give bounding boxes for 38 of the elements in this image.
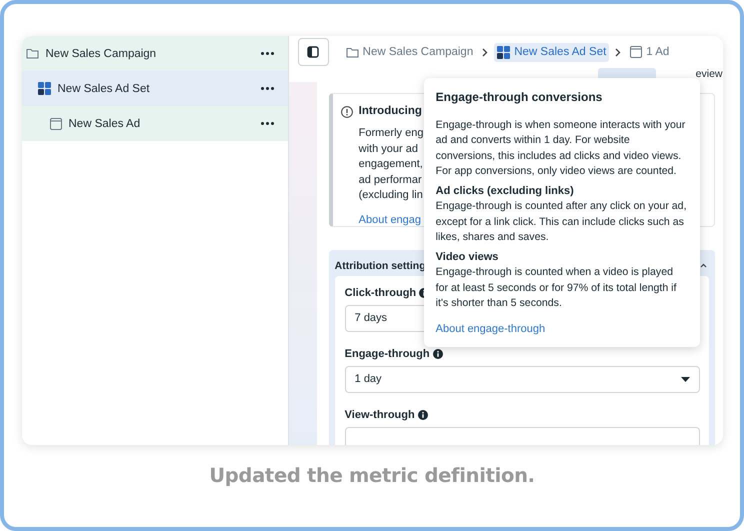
- more-icon[interactable]: [260, 87, 274, 90]
- popover-text: Engage-through is counted after any click on your ad, except for a link click. This can include clicks such as likes, shares and saves.: [436, 199, 688, 245]
- popover-text: Engage-through is when someone interacts with your ad and converts within 1 day. For website conversions, this includes ad clicks and video views. For app conversions, only video views are counted.: [436, 118, 686, 179]
- folder-icon: [346, 46, 359, 58]
- sidebar-panel-icon: [307, 46, 320, 58]
- notice-title: Introducing: [358, 104, 423, 119]
- caption: Updated the metric definition.: [209, 464, 535, 487]
- caret-down-icon: [680, 376, 690, 382]
- breadcrumb-link[interactable]: New Sales Campaign: [342, 43, 476, 61]
- sidebar-item[interactable]: New Sales Campaign: [22, 36, 288, 71]
- field-label: Engage-through: [344, 346, 443, 362]
- grid-icon: [497, 46, 510, 58]
- more-icon[interactable]: [260, 52, 274, 55]
- popover-title: Engage-through conversions: [436, 90, 604, 106]
- breadcrumb-link[interactable]: 1 Ad: [627, 43, 672, 61]
- window-icon: [630, 46, 642, 58]
- folder-icon: [26, 48, 38, 59]
- sidebar-toggle-button[interactable]: [298, 38, 329, 66]
- chevron-right-icon: [482, 48, 488, 56]
- notice-text: Formerly eng with your ad engagement, ad performar (excluding lin: [358, 126, 424, 203]
- select-field[interactable]: 1 day: [344, 366, 700, 392]
- sidebar-item[interactable]: New Sales Ad: [22, 106, 288, 141]
- view-tab[interactable]: eview: [696, 68, 722, 80]
- popover-text: Engage-through is counted when a video is played for at least 5 seconds or for 97% of its total length if it's shorter than 5 seconds.: [436, 265, 678, 311]
- popover-heading: Ad clicks (excluding links): [436, 184, 575, 198]
- popover-heading: Video views: [436, 250, 500, 264]
- info-outline-icon: [340, 106, 353, 118]
- breadcrumb-link[interactable]: New Sales Ad Set: [494, 42, 610, 62]
- info-icon[interactable]: [418, 410, 428, 420]
- grid-icon: [38, 82, 50, 95]
- sidebar-item[interactable]: New Sales Ad Set: [22, 71, 288, 106]
- window-icon: [50, 118, 62, 130]
- popover-link[interactable]: About engage-through: [436, 322, 546, 337]
- chevron-right-icon: [615, 48, 622, 56]
- more-icon[interactable]: [260, 122, 274, 125]
- notice-link[interactable]: About engag: [358, 214, 422, 226]
- info-icon[interactable]: [432, 348, 443, 358]
- field-label: View-through: [344, 406, 428, 422]
